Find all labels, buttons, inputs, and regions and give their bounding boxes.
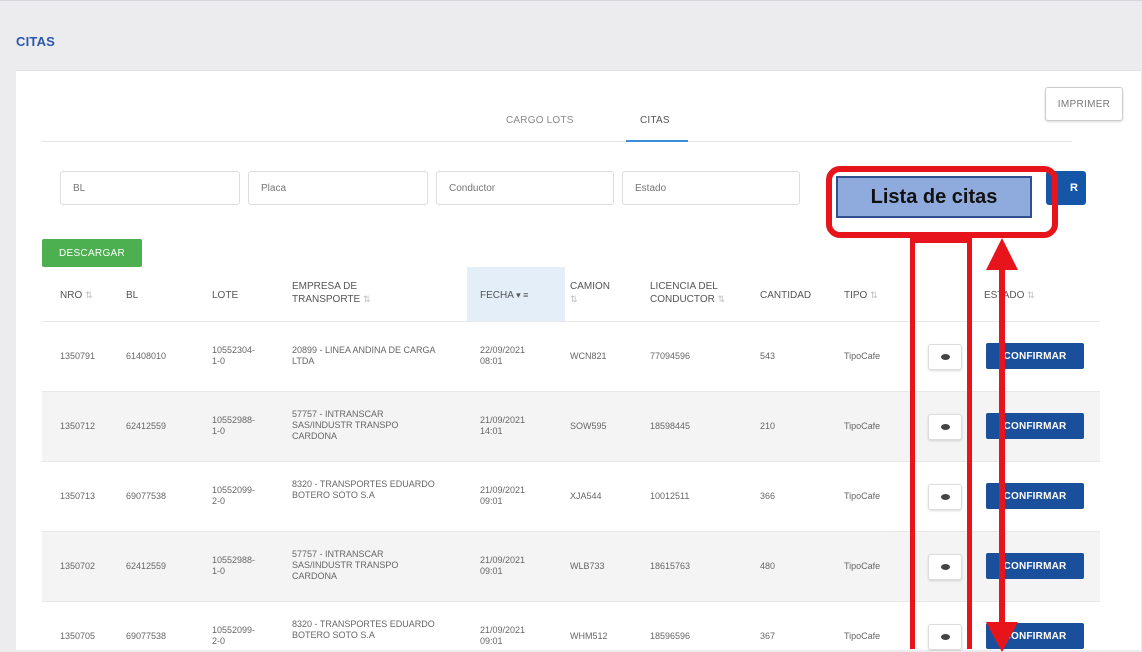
sort-desc-icon: ▾ ≡ [516, 290, 529, 300]
cell-fecha: 22/09/2021 08:01 [480, 345, 526, 366]
cell-cantidad: 210 [760, 421, 776, 431]
cell-nro: 1350712 [60, 421, 96, 431]
sort-icon: ⇅ [1027, 290, 1035, 300]
arrow-up-icon [986, 238, 1018, 270]
cell-licencia: 10012511 [650, 491, 690, 501]
cell-nro: 1350702 [60, 561, 96, 571]
cell-cantidad: 366 [760, 491, 776, 501]
header-fecha[interactable]: FECHA ▾ ≡ [480, 289, 528, 302]
cell-lote: 10552304-1-0 [212, 345, 256, 366]
cell-cantidad: 543 [760, 351, 776, 361]
header-nro[interactable]: NRO ⇅ [60, 289, 93, 302]
tab-citas[interactable]: CITAS [640, 115, 670, 126]
main-card: CARGO LOTS CITAS IMPRIMER R DESCARGAR NR… [16, 70, 1141, 650]
cell-fecha: 21/09/2021 09:01 [480, 485, 526, 506]
header-camion-label: CAMION [570, 281, 610, 292]
cell-tipo: TipoCafe [844, 631, 881, 641]
tab-bar: CARGO LOTS CITAS [42, 71, 1072, 142]
cell-licencia: 18615763 [650, 561, 691, 571]
header-cantidad: CANTIDAD [760, 290, 812, 301]
header-empresa-label: EMPRESA DE TRANSPORTE [292, 281, 361, 305]
sort-icon: ⇅ [870, 290, 878, 300]
cell-bl: 69077538 [126, 491, 167, 501]
header-empresa[interactable]: EMPRESA DE TRANSPORTE ⇅ [292, 280, 397, 306]
arrow-down-icon [986, 622, 1018, 652]
cell-empresa: 57757 - INTRANSCAR SAS/INDUSTR TRANSPO C… [292, 549, 399, 581]
callout-label: Lista de citas [836, 176, 1032, 218]
cell-camion: XJA544 [570, 491, 602, 501]
cell-nro: 1350705 [60, 631, 96, 641]
cell-empresa: 8320 - TRANSPORTES EDUARDO BOTERO SOTO S… [292, 479, 435, 500]
cell-lote: 10552988-1-0 [212, 555, 256, 576]
header-licencia-label: LICENCIA DEL CONDUCTOR [650, 281, 718, 305]
header-camion[interactable]: CAMION ⇅ [570, 280, 610, 306]
header-nro-label: NRO [60, 290, 83, 301]
cell-licencia: 18596596 [650, 631, 691, 641]
bl-filter-input[interactable] [60, 171, 240, 205]
cell-fecha: 21/09/2021 14:01 [480, 415, 526, 436]
cell-empresa: 57757 - INTRANSCAR SAS/INDUSTR TRANSPO C… [292, 409, 399, 441]
print-button[interactable]: IMPRIMER [1045, 87, 1123, 121]
cell-camion: SOW595 [570, 421, 607, 431]
cell-camion: WCN821 [570, 351, 607, 361]
active-tab-indicator [626, 140, 688, 142]
cell-empresa: 20899 - LINEA ANDINA DE CARGA LTDA [292, 345, 436, 366]
sort-icon: ⇅ [570, 294, 578, 304]
cell-fecha: 21/09/2021 09:01 [480, 625, 526, 646]
cell-licencia: 77094596 [650, 351, 691, 361]
cell-tipo: TipoCafe [844, 351, 881, 361]
cell-empresa: 8320 - TRANSPORTES EDUARDO BOTERO SOTO S… [292, 619, 435, 640]
estado-filter-input[interactable] [622, 171, 800, 205]
header-tipo[interactable]: TIPO ⇅ [844, 289, 878, 302]
cell-camion: WLB733 [570, 561, 605, 571]
page-title: CITAS [16, 34, 56, 49]
cell-tipo: TipoCafe [844, 561, 881, 571]
download-button[interactable]: DESCARGAR [42, 239, 142, 267]
header-licencia[interactable]: LICENCIA DEL CONDUCTOR ⇅ [650, 280, 730, 306]
cell-nro: 1350713 [60, 491, 96, 501]
conductor-filter-input[interactable] [436, 171, 614, 205]
cell-lote: 10552099-2-0 [212, 625, 256, 646]
cell-nro: 1350791 [60, 351, 96, 361]
top-bar: CITAS [0, 0, 1142, 69]
arrow-shaft [999, 268, 1005, 630]
cell-cantidad: 367 [760, 631, 776, 641]
highlight-column-box [910, 238, 972, 649]
cell-bl: 69077538 [126, 631, 167, 641]
cell-tipo: TipoCafe [844, 421, 881, 431]
cell-camion: WHM512 [570, 631, 608, 641]
cell-licencia: 18598445 [650, 421, 691, 431]
cell-bl: 62412559 [126, 421, 167, 431]
cell-bl: 62412559 [126, 561, 167, 571]
cell-tipo: TipoCafe [844, 491, 881, 501]
cell-bl: 61408010 [126, 351, 167, 361]
header-estado[interactable]: ESTADO ⇅ [984, 289, 1035, 302]
sort-icon: ⇅ [85, 290, 93, 300]
header-lote: LOTE [212, 290, 239, 301]
sort-icon: ⇅ [362, 294, 371, 304]
cell-lote: 10552988-1-0 [212, 415, 256, 436]
cell-fecha: 21/09/2021 09:01 [480, 555, 526, 576]
cell-cantidad: 480 [760, 561, 776, 571]
header-tipo-label: TIPO [844, 290, 868, 301]
tab-cargo-lots[interactable]: CARGO LOTS [506, 115, 574, 126]
sort-icon: ⇅ [717, 294, 726, 304]
cell-lote: 10552099-2-0 [212, 485, 256, 506]
header-fecha-label: FECHA [480, 290, 514, 301]
placa-filter-input[interactable] [248, 171, 428, 205]
header-bl: BL [126, 290, 139, 301]
